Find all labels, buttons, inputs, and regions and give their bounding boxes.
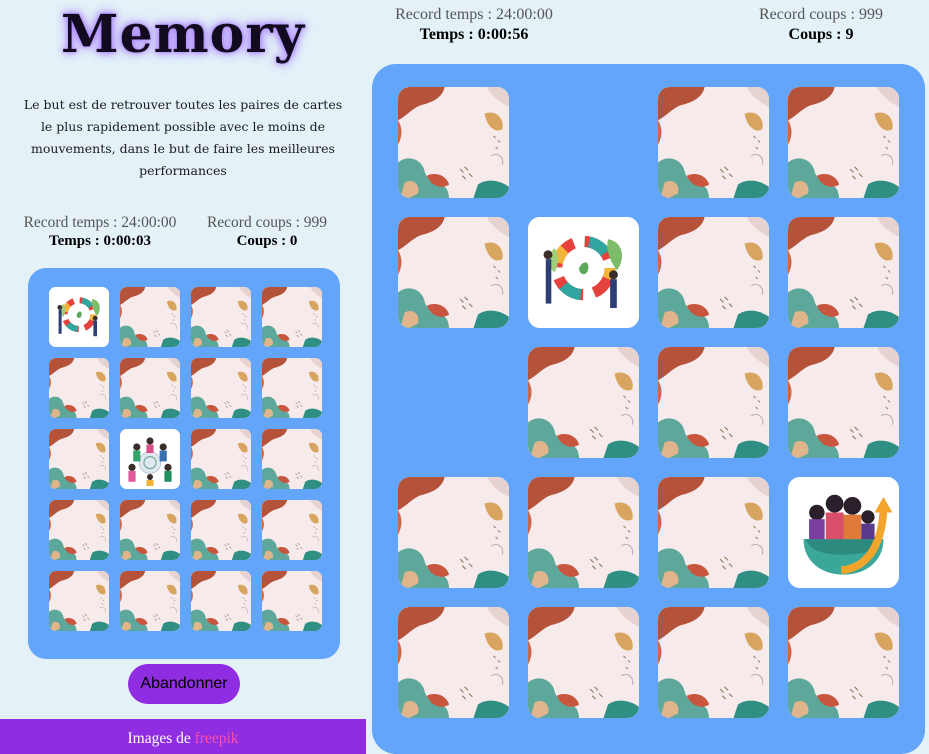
card-back[interactable] <box>528 347 639 458</box>
abandon-button[interactable]: Abandonner <box>128 664 240 704</box>
card-back[interactable] <box>398 217 509 328</box>
card-back[interactable] <box>262 358 322 418</box>
card-back[interactable] <box>49 500 109 560</box>
card-back[interactable] <box>49 358 109 418</box>
time-label: Temps : 0:00:03 <box>49 233 151 249</box>
card-back[interactable] <box>788 87 899 198</box>
game-description: Le but est de retrouver toutes les paire… <box>23 97 343 178</box>
card-back[interactable] <box>658 607 769 718</box>
card-back[interactable] <box>262 287 322 347</box>
card-back[interactable] <box>191 571 251 631</box>
card-back[interactable] <box>528 607 639 718</box>
svg-text:·: · <box>79 340 80 344</box>
game-board: · <box>372 64 925 754</box>
card-face-growth[interactable] <box>788 477 899 588</box>
card-back[interactable] <box>191 287 251 347</box>
card-face-puzzle[interactable]: · <box>528 217 639 328</box>
card-grid: · <box>49 287 322 631</box>
card-back[interactable] <box>788 607 899 718</box>
card-back[interactable] <box>658 347 769 458</box>
card-back[interactable] <box>120 571 180 631</box>
card-back[interactable] <box>49 571 109 631</box>
footer-text: Images de <box>127 730 195 747</box>
game-board: · <box>28 268 340 659</box>
record-time-label: Record temps : 24:00:00 <box>23 214 177 231</box>
card-back[interactable] <box>658 87 769 198</box>
card-grid: · <box>398 87 899 718</box>
freepik-link[interactable]: freepik <box>195 730 239 747</box>
footer: Images de freepik <box>0 719 366 754</box>
record-time-label: Record temps : 24:00:00 <box>395 6 553 23</box>
left-panel: Memory Le but est de retrouver toutes le… <box>0 0 366 754</box>
card-back[interactable] <box>528 477 639 588</box>
svg-text:·: · <box>583 317 585 323</box>
moves-label: Coups : 0 <box>236 233 298 249</box>
record-moves-label: Record coups : 999 <box>206 214 328 231</box>
empty-slot <box>528 87 639 198</box>
card-back[interactable] <box>658 217 769 328</box>
empty-slot <box>398 347 509 458</box>
card-back[interactable] <box>191 358 251 418</box>
card-back[interactable] <box>191 429 251 489</box>
card-back[interactable] <box>191 500 251 560</box>
card-back[interactable] <box>262 500 322 560</box>
moves-label: Coups : 9 <box>788 26 854 43</box>
card-face-puzzle[interactable]: · <box>49 287 109 347</box>
card-back[interactable] <box>120 500 180 560</box>
card-back[interactable] <box>658 477 769 588</box>
card-back[interactable] <box>262 571 322 631</box>
card-back[interactable] <box>788 347 899 458</box>
card-back[interactable] <box>120 287 180 347</box>
card-back[interactable] <box>49 429 109 489</box>
game-title: Memory <box>61 4 305 65</box>
card-face-community[interactable] <box>120 429 180 489</box>
time-label: Temps : 0:00:56 <box>419 26 529 43</box>
card-back[interactable] <box>398 607 509 718</box>
record-moves-label: Record coups : 999 <box>759 6 883 23</box>
card-back[interactable] <box>262 429 322 489</box>
card-back[interactable] <box>120 358 180 418</box>
card-back[interactable] <box>788 217 899 328</box>
card-back[interactable] <box>398 87 509 198</box>
card-back[interactable] <box>398 477 509 588</box>
right-panel: Record temps : 24:00:00 Temps : 0:00:56 … <box>366 0 929 754</box>
